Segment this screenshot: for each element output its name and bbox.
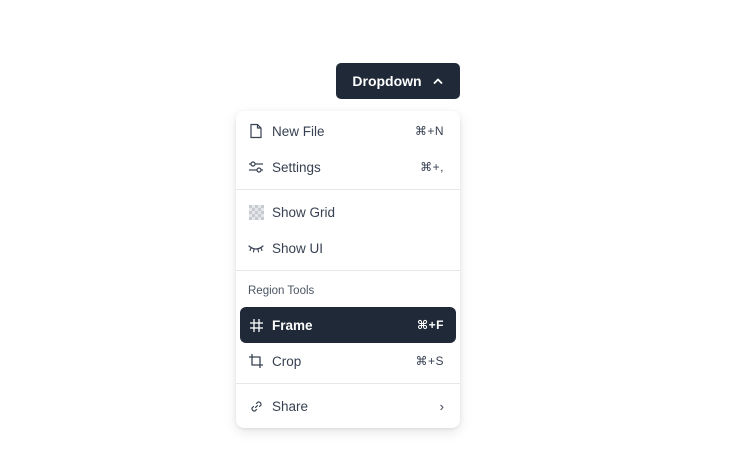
menu-item-settings[interactable]: Settings ⌘+, (240, 149, 456, 185)
group-label-region-tools: Region Tools (248, 285, 315, 297)
menu-item-shortcut: ⌘+, (420, 160, 444, 174)
sliders-icon (248, 159, 264, 175)
chevron-up-icon (432, 75, 444, 87)
dropdown-button-label: Dropdown (352, 73, 422, 89)
menu-item-frame[interactable]: Frame ⌘+F (240, 307, 456, 343)
stage: Dropdown New File ⌘+N Settings ⌘+, Show … (0, 0, 739, 473)
menu-item-show-grid[interactable]: Show Grid (240, 194, 456, 230)
menu-item-new-file[interactable]: New File ⌘+N (240, 113, 456, 149)
menu-item-label: Crop (272, 353, 302, 369)
menu-item-label: Settings (272, 159, 321, 175)
menu-item-label: New File (272, 123, 325, 139)
menu-item-shortcut: ⌘+S (415, 354, 444, 368)
menu-item-share[interactable]: Share › (240, 388, 456, 424)
checkerboard-icon (248, 204, 264, 220)
menu-item-shortcut: ⌘+F (417, 318, 444, 332)
menu-item-crop[interactable]: Crop ⌘+S (240, 343, 456, 379)
menu-item-label: Share (272, 398, 309, 414)
crop-icon (248, 353, 264, 369)
menu-item-shortcut: ⌘+N (414, 124, 444, 138)
menu-divider (236, 383, 460, 384)
dropdown-menu: New File ⌘+N Settings ⌘+, Show Grid Show… (236, 111, 460, 428)
chevron-right-icon: › (439, 398, 444, 414)
menu-item-label: Show UI (272, 240, 324, 256)
menu-divider (236, 270, 460, 271)
link-icon (248, 398, 264, 414)
closed-eye-icon (248, 240, 264, 256)
dropdown-button[interactable]: Dropdown (336, 63, 460, 99)
menu-divider (236, 189, 460, 190)
hash-icon (248, 317, 264, 333)
menu-item-label: Show Grid (272, 204, 336, 220)
file-icon (248, 123, 264, 139)
menu-item-label: Frame (272, 317, 313, 333)
menu-item-show-ui[interactable]: Show UI (240, 230, 456, 266)
